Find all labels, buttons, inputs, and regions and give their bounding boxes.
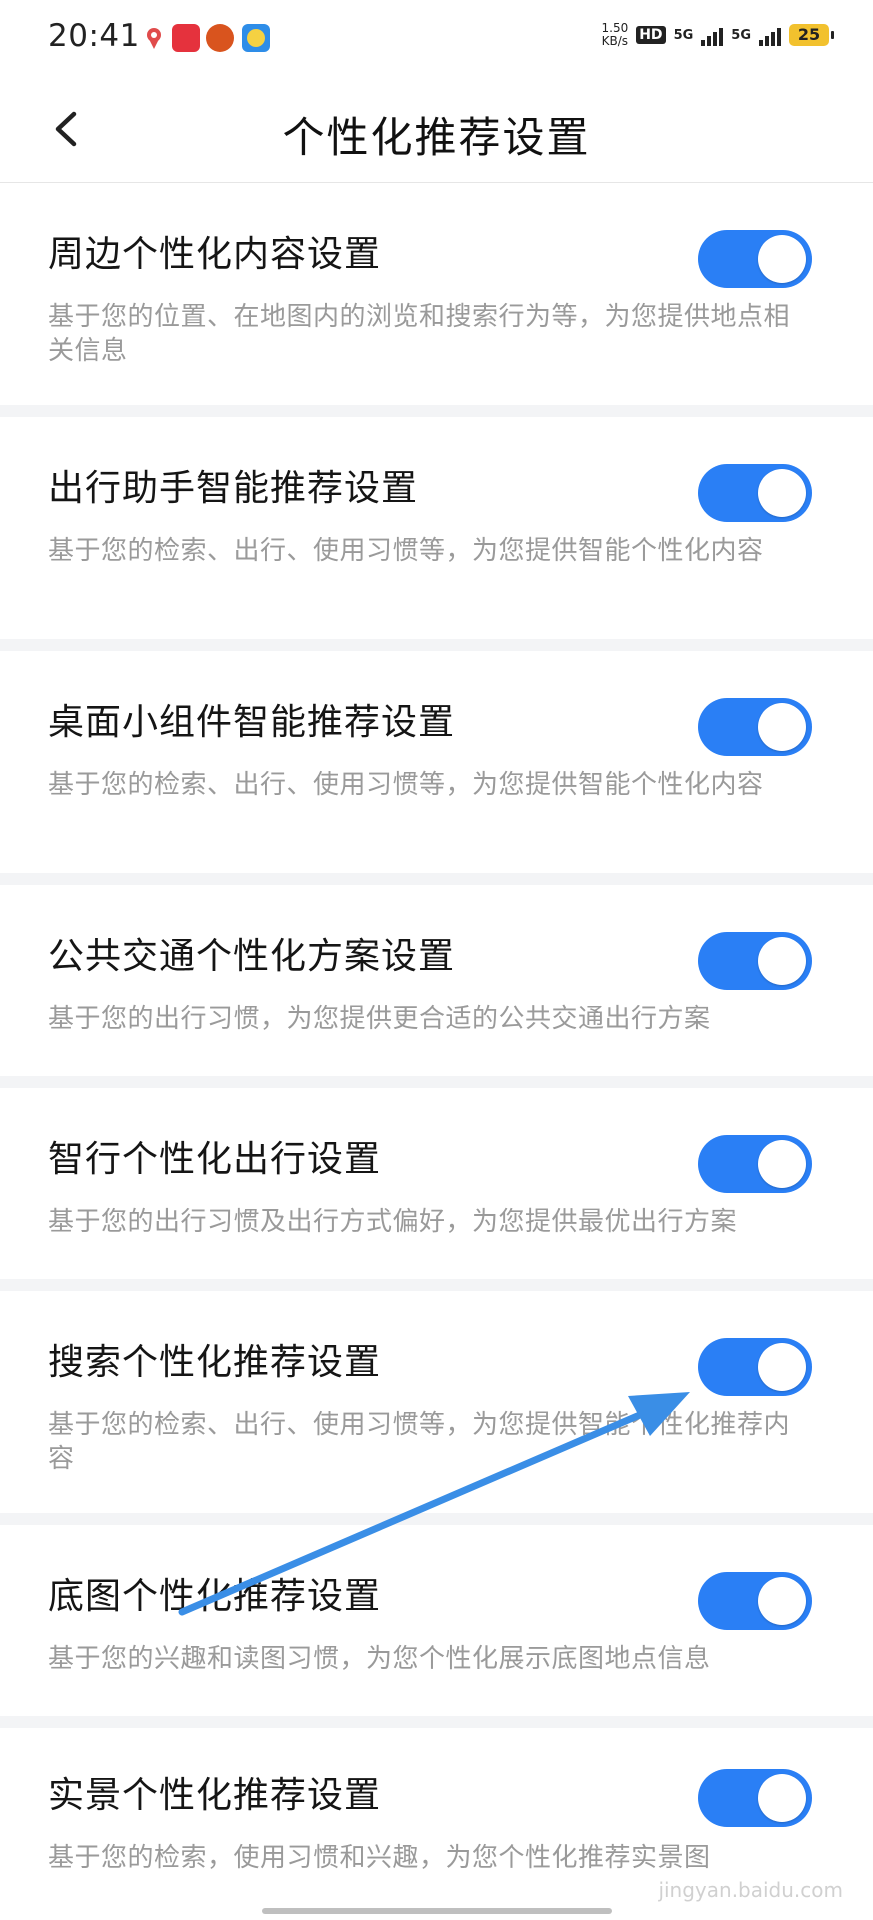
setting-title: 出行助手智能推荐设置 bbox=[48, 468, 419, 509]
toggle-knob bbox=[758, 469, 806, 517]
setting-description: 基于您的检索、出行、使用习惯等，为您提供智能个性化内容 bbox=[48, 536, 764, 566]
setting-card-desktop-widget: 桌面小组件智能推荐设置 基于您的检索、出行、使用习惯等，为您提供智能个性化内容 bbox=[0, 651, 873, 873]
setting-description: 基于您的兴趣和读图习惯，为您个性化展示底图地点信息 bbox=[48, 1644, 711, 1674]
network-speed: 1.50 KB/s bbox=[602, 22, 629, 48]
signal-icon bbox=[701, 24, 724, 46]
app-header: 个性化推荐设置 bbox=[0, 78, 873, 183]
setting-card-public-transit: 公共交通个性化方案设置 基于您的出行习惯，为您提供更合适的公共交通出行方案 bbox=[0, 885, 873, 1076]
status-bar: 20:41 1.50 KB/s HD 5G 5G 25 bbox=[0, 0, 873, 78]
signal-icon bbox=[759, 24, 781, 46]
setting-card-smart-travel: 智行个性化出行设置 基于您的出行习惯及出行方式偏好，为您提供最优出行方案 bbox=[0, 1088, 873, 1279]
toggle-knob bbox=[758, 937, 806, 985]
setting-title: 桌面小组件智能推荐设置 bbox=[48, 702, 456, 743]
toggle-switch[interactable] bbox=[698, 932, 812, 990]
location-pin-icon bbox=[140, 24, 168, 52]
setting-title: 周边个性化内容设置 bbox=[48, 234, 382, 275]
home-indicator[interactable] bbox=[262, 1908, 612, 1914]
setting-description: 基于您的检索，使用习惯和兴趣，为您个性化推荐实景图 bbox=[48, 1843, 711, 1873]
setting-card-nearby: 周边个性化内容设置 基于您的位置、在地图内的浏览和搜索行为等，为您提供地点相关信… bbox=[0, 183, 873, 405]
toggle-switch[interactable] bbox=[698, 1769, 812, 1827]
setting-title: 公共交通个性化方案设置 bbox=[48, 936, 456, 977]
setting-card-travel-assistant: 出行助手智能推荐设置 基于您的检索、出行、使用习惯等，为您提供智能个性化内容 bbox=[0, 417, 873, 639]
setting-description: 基于您的出行习惯及出行方式偏好，为您提供最优出行方案 bbox=[48, 1207, 738, 1237]
toggle-switch[interactable] bbox=[698, 230, 812, 288]
hd-badge: HD bbox=[636, 26, 666, 44]
setting-card-basemap: 底图个性化推荐设置 基于您的兴趣和读图习惯，为您个性化展示底图地点信息 bbox=[0, 1525, 873, 1716]
toggle-switch[interactable] bbox=[698, 1572, 812, 1630]
setting-description: 基于您的检索、出行、使用习惯等，为您提供智能个性化推荐内容 bbox=[48, 1410, 791, 1474]
setting-description: 基于您的位置、在地图内的浏览和搜索行为等，为您提供地点相关信息 bbox=[48, 302, 791, 366]
battery-icon: 25 bbox=[789, 24, 834, 46]
news-app-icon bbox=[172, 24, 200, 52]
setting-title: 底图个性化推荐设置 bbox=[48, 1576, 382, 1617]
network-type-2: 5G bbox=[731, 27, 751, 43]
toggle-knob bbox=[758, 1343, 806, 1391]
toggle-knob bbox=[758, 703, 806, 751]
watermark-text: jingyan.baidu.com bbox=[658, 1878, 843, 1902]
toggle-knob bbox=[758, 235, 806, 283]
setting-title: 智行个性化出行设置 bbox=[48, 1139, 382, 1180]
page-title: 个性化推荐设置 bbox=[282, 113, 591, 162]
toggle-knob bbox=[758, 1577, 806, 1625]
network-type-1: 5G bbox=[673, 27, 694, 43]
setting-description: 基于您的出行习惯，为您提供更合适的公共交通出行方案 bbox=[48, 1004, 711, 1034]
toggle-switch[interactable] bbox=[698, 464, 812, 522]
toggle-switch[interactable] bbox=[698, 1338, 812, 1396]
status-time: 20:41 bbox=[48, 18, 140, 54]
toggle-knob bbox=[758, 1774, 806, 1822]
toggle-knob bbox=[758, 1140, 806, 1188]
game-app-icon bbox=[206, 24, 234, 52]
status-indicators: 1.50 KB/s HD 5G 5G 25 bbox=[602, 22, 834, 48]
setting-title: 实景个性化推荐设置 bbox=[48, 1775, 382, 1816]
speed-unit: KB/s bbox=[601, 34, 629, 48]
toggle-switch[interactable] bbox=[698, 698, 812, 756]
toggle-switch[interactable] bbox=[698, 1135, 812, 1193]
assistant-app-icon bbox=[242, 24, 270, 52]
setting-description: 基于您的检索、出行、使用习惯等，为您提供智能个性化内容 bbox=[48, 770, 764, 800]
setting-title: 搜索个性化推荐设置 bbox=[48, 1342, 382, 1383]
setting-card-search: 搜索个性化推荐设置 基于您的检索、出行、使用习惯等，为您提供智能个性化推荐内容 bbox=[0, 1291, 873, 1513]
